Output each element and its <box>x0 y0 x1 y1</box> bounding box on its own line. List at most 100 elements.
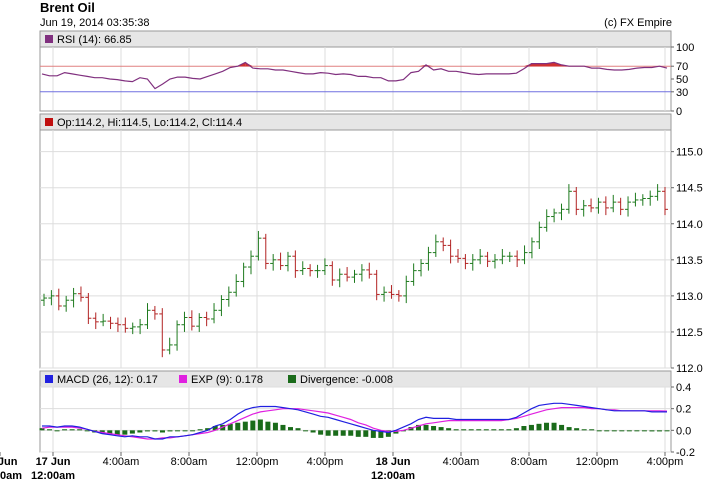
time-label: 8:00am <box>511 456 548 468</box>
divergence-bar <box>242 421 248 431</box>
divergence-bar <box>348 430 354 436</box>
divergence-bar <box>363 430 369 437</box>
chart-canvas: RSI (14): 66.85 100 705030 0 Op:114.2, Hi:… <box>0 30 703 482</box>
divergence-bar <box>355 430 361 437</box>
divergence-bar <box>589 429 595 431</box>
time-label: 12:00pm <box>576 456 619 468</box>
divergence-bar <box>250 420 256 431</box>
divergence-bar <box>137 430 143 433</box>
divergence-bar <box>536 423 542 431</box>
divergence-bar <box>461 429 467 431</box>
time-label: 4:00am <box>443 456 480 468</box>
divergence-bar <box>498 429 504 431</box>
divergence-bar <box>287 427 293 431</box>
exp-legend-swatch <box>179 375 187 383</box>
divergence-bar <box>310 430 316 433</box>
divergence-bar <box>190 430 196 432</box>
time-label: 4:00pm <box>307 456 344 468</box>
divergence-bar <box>47 429 53 431</box>
divergence-bar <box>453 429 459 431</box>
divergence-bar <box>431 426 437 431</box>
rsi-grid <box>40 47 671 111</box>
divergence-bar <box>491 429 497 431</box>
divergence-bar <box>649 430 655 432</box>
rsi-legend-bar <box>39 30 672 48</box>
divergence-bar <box>506 429 512 431</box>
rsi-legend-swatch <box>45 35 53 43</box>
divergence-bar <box>77 429 83 431</box>
divergence-bar <box>54 430 60 432</box>
time-axis: 17 Jun 12:00am 4:00am 8:00am 12:00pm 4:00pm 18… <box>0 452 683 482</box>
divergence-bar <box>333 430 339 436</box>
divergence-bar <box>566 427 572 431</box>
divergence-bar <box>122 430 128 435</box>
macd-panel: MACD (26, 12): 0.17 EXP (9): 0.178 Diver… <box>39 370 695 459</box>
divergence-bar <box>167 430 173 432</box>
divergence-bar <box>521 426 527 431</box>
price-legend-swatch <box>45 118 53 126</box>
divergence-bar <box>318 430 324 435</box>
price-tick-label: 115.0 <box>676 147 703 159</box>
time-label: 17 Jun <box>36 456 71 468</box>
divergence-bar <box>619 430 625 432</box>
price-legend: Op:114.2, Hi:114.5, Lo:114.2, Cl:114.4 <box>57 117 242 129</box>
rsi-tick-label: 0 <box>676 106 682 118</box>
price-tick-label: 113.5 <box>676 255 703 267</box>
price-tick-label: 112.0 <box>676 363 703 375</box>
rsi-axis: 100 705030 0 <box>671 42 694 118</box>
macd-grid <box>40 386 671 453</box>
price-axis: 115.0 114.5 114.0 113.5 113.0 112.5 112.0 <box>671 147 703 375</box>
rsi-plot-frame <box>39 46 672 112</box>
rsi-tick-label: 30 <box>676 87 688 99</box>
divergence-bar <box>438 427 444 431</box>
divergence-bar <box>175 430 181 432</box>
time-label-date: 12:00am <box>371 470 415 482</box>
divergence-bar <box>152 430 158 432</box>
divergence-bar <box>634 430 640 432</box>
exp-line <box>41 407 668 440</box>
divergence-bar <box>664 430 670 432</box>
divergence-bar <box>468 429 474 431</box>
rsi-legend: RSI (14): 66.85 <box>57 34 132 46</box>
divergence-bar <box>581 429 587 431</box>
divergence-bar <box>544 422 550 431</box>
rsi-tick-label: 100 <box>676 42 694 54</box>
divergence-bar <box>626 430 632 432</box>
macd-legend-swatch <box>45 375 53 383</box>
divergence-bars <box>39 419 670 438</box>
divergence-bar <box>604 430 610 432</box>
divergence-bar <box>559 424 565 431</box>
divergence-bar <box>528 424 534 431</box>
divergence-bar <box>656 430 662 432</box>
divergence-bar <box>370 430 376 438</box>
price-tick-label: 114.0 <box>676 219 703 231</box>
rsi-overbought-fill <box>237 62 570 67</box>
divergence-bar <box>235 422 241 431</box>
price-grid <box>40 130 671 369</box>
time-label-date: 12:00am <box>31 470 75 482</box>
exp-legend: EXP (9): 0.178 <box>191 374 263 386</box>
divergence-bar <box>303 430 309 432</box>
divergence-bar <box>446 428 452 431</box>
price-tick-label: 112.5 <box>676 327 703 339</box>
time-label: 12:00pm <box>236 456 279 468</box>
divergence-bar <box>129 430 135 434</box>
time-label-date: 12:00am <box>0 470 22 482</box>
divergence-bar <box>641 430 647 432</box>
macd-legend: MACD (26, 12): 0.17 <box>57 374 158 386</box>
price-panel: Op:114.2, Hi:114.5, Lo:114.2, Cl:114.4 1… <box>39 113 703 375</box>
divergence-bar <box>280 424 286 431</box>
divergence-bar <box>295 428 301 431</box>
rsi-tick-label: 70 <box>676 61 688 73</box>
macd-tick-label: 0.4 <box>676 382 691 394</box>
time-label: 4:00pm <box>647 456 684 468</box>
divergence-legend: Divergence: -0.008 <box>300 374 393 386</box>
divergence-bar <box>84 430 90 432</box>
divergence-bar <box>182 430 188 432</box>
divergence-bar <box>144 430 150 432</box>
price-tick-label: 113.0 <box>676 291 703 303</box>
time-label: 19 Jun <box>0 456 18 468</box>
divergence-bar <box>476 429 482 431</box>
divergence-bar <box>551 422 557 431</box>
time-label: 4:00am <box>103 456 140 468</box>
